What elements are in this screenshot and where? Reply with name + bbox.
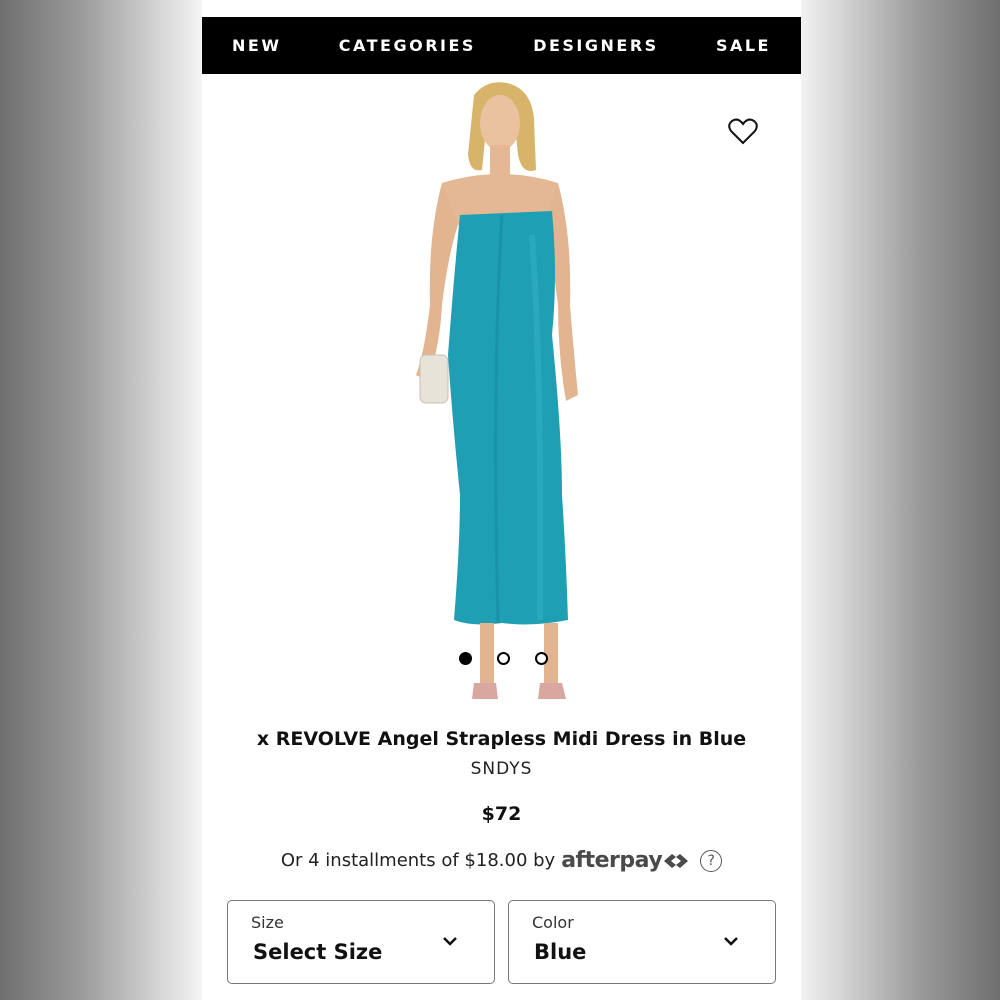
size-value: Select Size [253,940,383,964]
size-label: Size [251,913,284,932]
afterpay-wordmark: afterpay [561,848,663,873]
afterpay-logo[interactable]: afterpay [561,848,690,873]
nav-item-new[interactable]: NEW [232,36,281,55]
product-photo [416,82,578,699]
product-image[interactable] [202,75,801,715]
carousel-dot-2[interactable] [497,652,510,665]
color-value: Blue [534,940,587,964]
help-icon[interactable]: ? [700,849,723,872]
product-price: $72 [481,803,522,825]
color-select[interactable]: Color Blue [508,900,776,984]
heart-icon[interactable] [728,117,758,145]
phone-screen: NEW CATEGORIES DESIGNERS SALE x REVOLVE … [202,0,801,1000]
nav-item-categories[interactable]: CATEGORIES [339,36,476,55]
image-carousel-dots [459,652,548,665]
afterpay-installments-text: Or 4 installments of $18.00 by [280,850,556,871]
nav-item-designers[interactable]: DESIGNERS [533,36,658,55]
nav-item-sale[interactable]: SALE [716,36,771,55]
product-title: x REVOLVE Angel Strapless Midi Dress in … [256,728,747,750]
afterpay-arrows-icon [664,853,689,868]
product-brand[interactable]: SNDYS [202,759,801,779]
size-select[interactable]: Size Select Size [227,900,495,984]
afterpay-row: Or 4 installments of $18.00 by afterpay … [202,848,801,873]
chevron-down-icon [443,937,457,946]
top-navigation: NEW CATEGORIES DESIGNERS SALE [202,17,801,74]
chevron-down-icon [724,937,738,946]
carousel-dot-1[interactable] [459,652,472,665]
color-label: Color [532,913,574,932]
carousel-dot-3[interactable] [535,652,548,665]
